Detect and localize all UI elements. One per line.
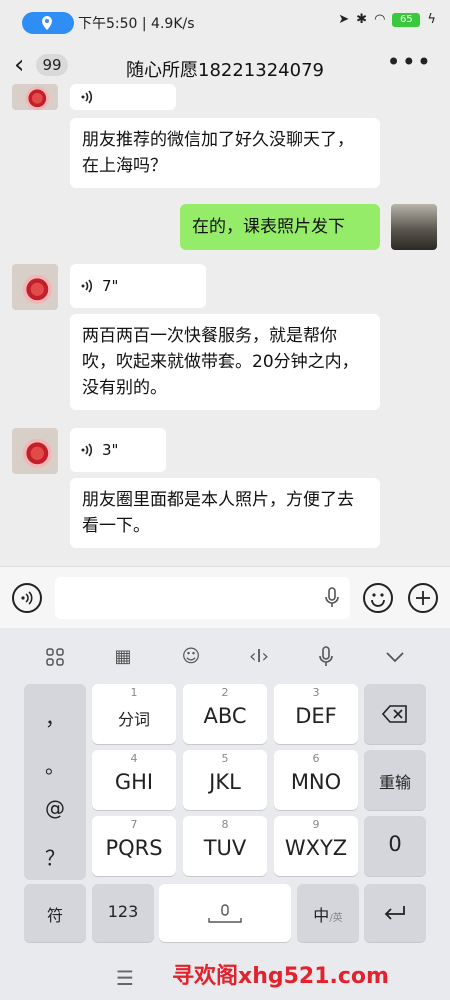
keyboard: ▦ ☺ ‹I› ， 。 @ ？ 1 分词 2 ABC 3 DEF 4 GHI 5… bbox=[0, 628, 450, 1000]
voice-duration: 3" bbox=[102, 441, 119, 459]
location-pill bbox=[22, 12, 74, 34]
message-bubble[interactable]: 朋友圈里面都是本人照片，方便了去看一下。 bbox=[70, 478, 380, 548]
mic-icon[interactable] bbox=[324, 587, 340, 609]
bluetooth-icon: ✱ bbox=[356, 12, 368, 27]
apps-grid-icon[interactable] bbox=[35, 640, 75, 674]
keyboard-toolbar: ▦ ☺ ‹I› bbox=[0, 640, 450, 674]
send-icon: ➤ bbox=[338, 12, 350, 27]
cursor-icon[interactable]: ‹I› bbox=[239, 640, 279, 674]
emoji-icon[interactable] bbox=[363, 583, 393, 613]
voice-wave-icon bbox=[81, 90, 93, 104]
chat-header: ‹ 99 随心所愿18221324079 ••• bbox=[0, 44, 450, 88]
space-key[interactable] bbox=[159, 884, 291, 942]
voice-duration: 7" bbox=[102, 277, 119, 295]
battery-icon: 65 bbox=[392, 12, 421, 27]
chat-title: 随心所愿18221324079 bbox=[126, 60, 324, 81]
watermark: 寻欢阁xhg521.com bbox=[172, 964, 389, 989]
menu-icon[interactable]: ☰ bbox=[116, 966, 134, 990]
message-bubble[interactable]: 朋友推荐的微信加了好久没聊天了，在上海吗？ bbox=[70, 118, 380, 188]
more-icon[interactable]: ••• bbox=[387, 48, 432, 76]
voice-wave-icon bbox=[81, 279, 93, 293]
contact-avatar[interactable] bbox=[12, 84, 58, 110]
backspace-icon bbox=[381, 705, 407, 723]
symbol-key[interactable]: 符 bbox=[24, 884, 86, 942]
my-message-bubble[interactable]: 在的，课表照片发下 bbox=[180, 204, 380, 250]
voice-wave-icon bbox=[81, 443, 93, 457]
message-input[interactable] bbox=[55, 577, 350, 619]
key-5-jkl[interactable]: 5 JKL bbox=[183, 750, 267, 810]
mic-icon[interactable] bbox=[306, 640, 346, 674]
reenter-key[interactable]: 重输 bbox=[364, 750, 426, 810]
voice-wave-icon bbox=[21, 591, 33, 605]
key-0[interactable]: 0 bbox=[364, 816, 426, 876]
numeric-key[interactable]: 123 bbox=[92, 884, 154, 942]
enter-icon bbox=[384, 906, 405, 920]
key-3-def[interactable]: 3 DEF bbox=[274, 684, 358, 744]
collapse-icon[interactable] bbox=[375, 640, 415, 674]
enter-key[interactable] bbox=[364, 884, 426, 942]
contact-avatar[interactable] bbox=[12, 264, 58, 310]
key-4-ghi[interactable]: 4 GHI bbox=[92, 750, 176, 810]
lang-switch-key[interactable]: 中/英 bbox=[297, 884, 359, 942]
message-bubble[interactable]: 两百两百一次快餐服务，就是帮你吹，吹起来就做带套。20分钟之内，没有别的。 bbox=[70, 314, 380, 410]
backspace-key[interactable] bbox=[364, 684, 426, 744]
my-avatar[interactable] bbox=[391, 204, 437, 250]
key-7-pqrs[interactable]: 7 PQRS bbox=[92, 816, 176, 876]
punct-question[interactable]: ？ bbox=[24, 842, 86, 871]
keyboard-layout-icon[interactable]: ▦ bbox=[103, 640, 143, 674]
charging-icon: ϟ bbox=[427, 12, 436, 27]
status-bar: 下午5:50 | 4.9K/s ➤ ✱ ◠ 65 ϟ bbox=[0, 0, 450, 44]
voice-message[interactable]: 7" bbox=[70, 264, 206, 308]
key-8-tuv[interactable]: 8 TUV bbox=[183, 816, 267, 876]
contact-avatar[interactable] bbox=[12, 428, 58, 474]
key-1-fenci[interactable]: 1 分词 bbox=[92, 684, 176, 744]
mic-icon bbox=[208, 904, 242, 923]
key-9-wxyz[interactable]: 9 WXYZ bbox=[274, 816, 358, 876]
punct-comma[interactable]: ， bbox=[24, 702, 86, 731]
voice-mode-button[interactable] bbox=[12, 583, 42, 613]
voice-message-partial[interactable] bbox=[70, 84, 176, 110]
key-6-mno[interactable]: 6 MNO bbox=[274, 750, 358, 810]
punct-period[interactable]: 。 bbox=[24, 750, 86, 779]
input-bar bbox=[0, 566, 450, 628]
punctuation-column[interactable]: ， 。 @ ？ bbox=[24, 684, 86, 880]
plus-icon[interactable] bbox=[408, 583, 438, 613]
voice-message[interactable]: 3" bbox=[70, 428, 166, 472]
location-icon bbox=[42, 16, 52, 30]
punct-at[interactable]: @ bbox=[24, 796, 86, 820]
emoji-icon[interactable]: ☺ bbox=[171, 640, 211, 674]
status-time: 下午5:50 | 4.9K/s bbox=[78, 16, 195, 32]
key-2-abc[interactable]: 2 ABC bbox=[183, 684, 267, 744]
wifi-icon: ◠ bbox=[374, 12, 386, 27]
